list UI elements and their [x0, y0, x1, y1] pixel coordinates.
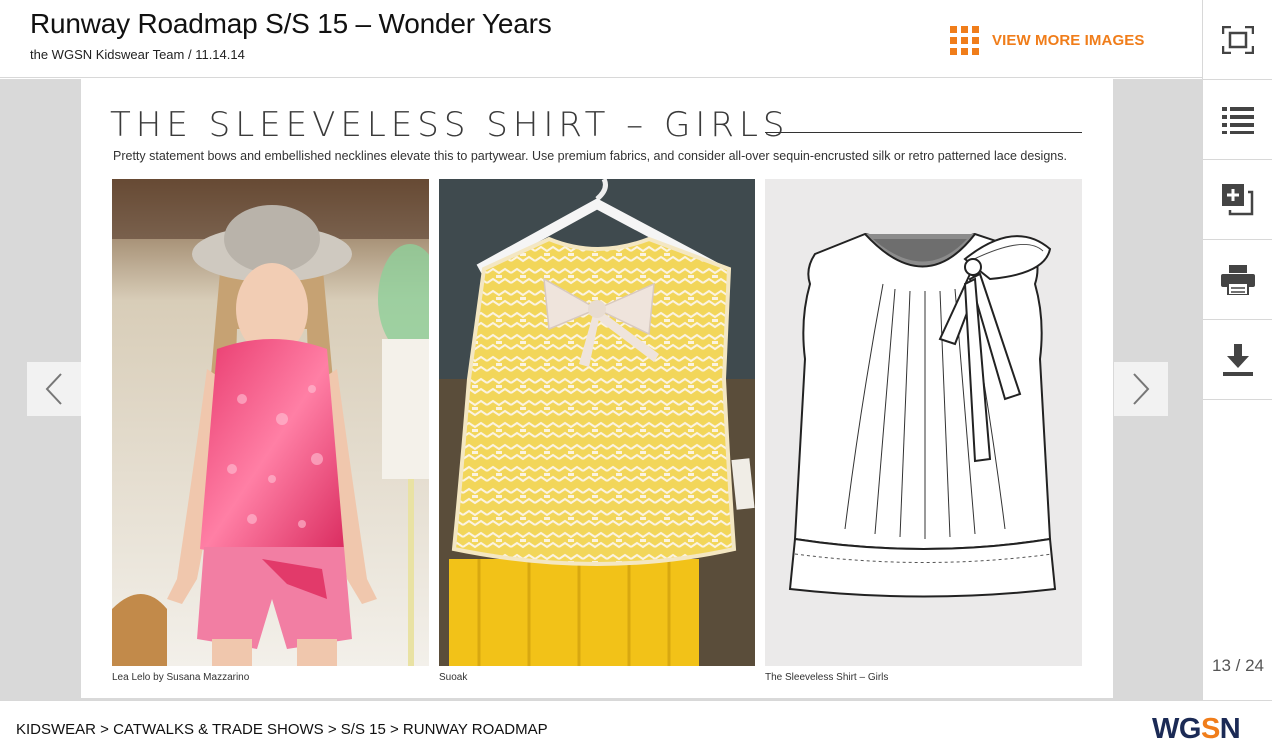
chevron-left-icon	[45, 373, 62, 405]
flat-sketch	[788, 232, 1057, 598]
list-icon	[1222, 106, 1254, 134]
slide-stage: THE SLEEVELESS SHIRT – GIRLS Pretty stat…	[0, 79, 1202, 700]
slide-heading: THE SLEEVELESS SHIRT – GIRLS	[110, 105, 790, 145]
slide-description: Pretty statement bows and embellished ne…	[113, 149, 1067, 163]
image-caption-3: The Sleeveless Shirt – Girls	[765, 672, 889, 683]
slide: THE SLEEVELESS SHIRT – GIRLS Pretty stat…	[81, 79, 1113, 698]
page-counter: 13 / 24	[1212, 656, 1264, 675]
right-toolbar: 13 / 24	[1202, 0, 1272, 700]
slide-image-2[interactable]	[439, 179, 755, 666]
list-button[interactable]	[1203, 80, 1272, 160]
image-caption-1: Lea Lelo by Susana Mazzarino	[112, 672, 250, 683]
slide-image-3[interactable]	[765, 179, 1082, 666]
slide-image-1[interactable]	[112, 179, 429, 666]
product-photo	[439, 179, 755, 666]
add-board-icon	[1222, 183, 1254, 215]
print-icon	[1221, 264, 1255, 295]
breadcrumb[interactable]: KIDSWEAR > CATWALKS & TRADE SHOWS > S/S …	[16, 721, 548, 738]
next-slide-button[interactable]	[1114, 362, 1168, 416]
print-button[interactable]	[1203, 240, 1272, 320]
download-button[interactable]	[1203, 320, 1272, 400]
view-more-images-button[interactable]: VIEW MORE IMAGES	[950, 26, 1144, 55]
previous-slide-button[interactable]	[27, 362, 81, 416]
fullscreen-icon	[1222, 25, 1254, 54]
view-more-images-label: VIEW MORE IMAGES	[992, 32, 1145, 49]
fullscreen-button[interactable]	[1203, 0, 1272, 80]
download-icon	[1223, 343, 1253, 376]
page-subtitle: the WGSN Kidswear Team / 11.14.14	[30, 47, 245, 62]
runway-photo	[112, 179, 429, 666]
header: Runway Roadmap S/S 15 – Wonder Years the…	[0, 0, 1202, 78]
add-to-board-button[interactable]	[1203, 160, 1272, 240]
page-title: Runway Roadmap S/S 15 – Wonder Years	[30, 8, 552, 39]
image-caption-2: Suoak	[439, 672, 468, 683]
footer: KIDSWEAR > CATWALKS & TRADE SHOWS > S/S …	[0, 700, 1272, 747]
grid-icon	[950, 26, 979, 55]
chevron-right-icon	[1133, 373, 1150, 405]
heading-rule	[765, 132, 1082, 133]
wgsn-logo[interactable]: WGSN	[1152, 713, 1241, 746]
